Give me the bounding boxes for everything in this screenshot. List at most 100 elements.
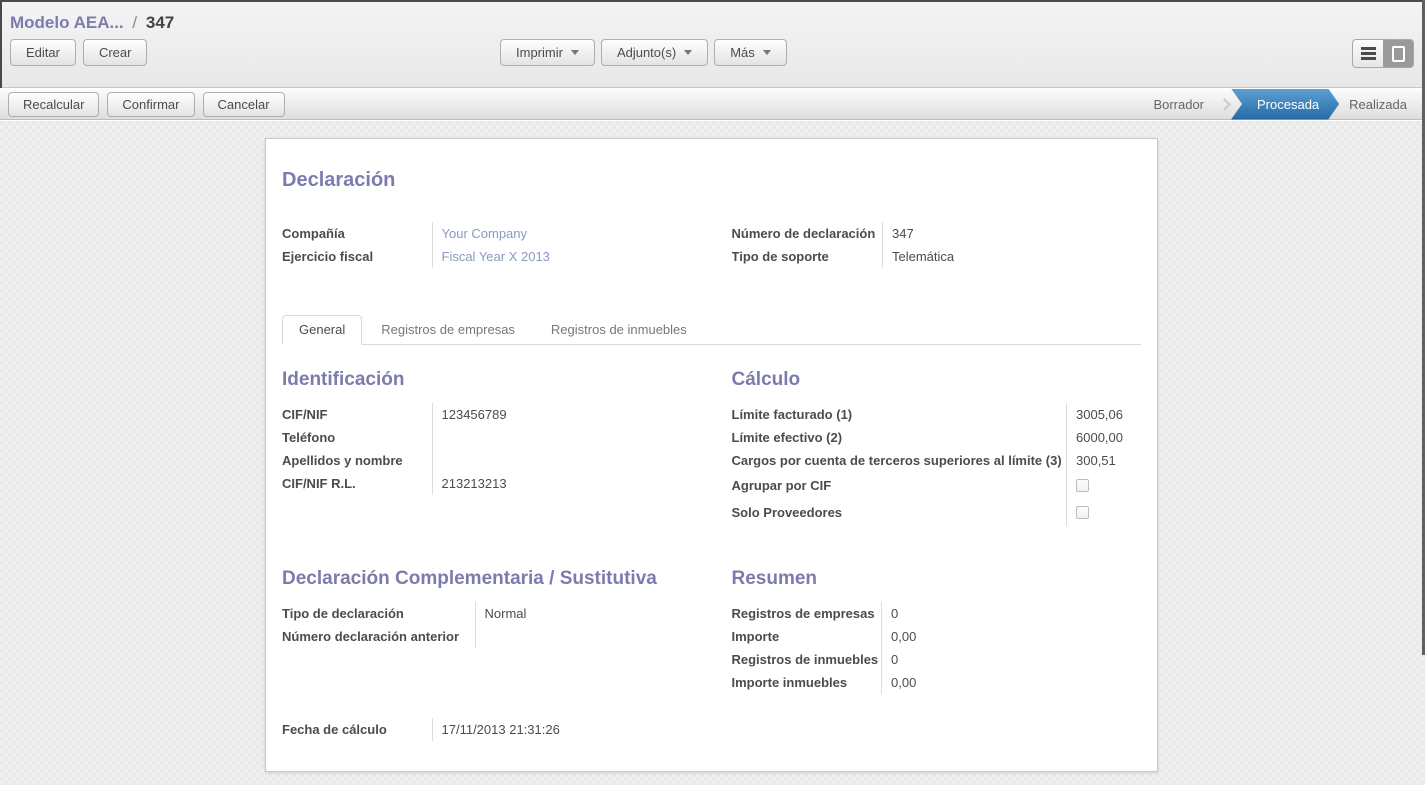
calc-date-fields: Fecha de cálculo 17/11/2013 21:31:26 bbox=[282, 718, 692, 741]
third-party-charges-value: 300,51 bbox=[1067, 449, 1142, 472]
identification-fields: CIF/NIF 123456789 Teléfono Apellidos y n… bbox=[282, 403, 692, 495]
control-panel: Modelo AEA... / 347 Editar Crear Imprimi… bbox=[0, 0, 1425, 88]
cif-nif-rl-label: CIF/NIF R.L. bbox=[282, 472, 432, 495]
tab-property-records[interactable]: Registros de inmuebles bbox=[534, 315, 704, 345]
property-amount-label: Importe inmuebles bbox=[732, 671, 882, 694]
declaration-type-value: Normal bbox=[475, 602, 692, 625]
summary-group: Resumen Registros de empresas 0 Importe … bbox=[732, 568, 1142, 694]
calc-date-group: Fecha de cálculo 17/11/2013 21:31:26 bbox=[282, 718, 692, 741]
declaration-number-label: Número de declaración bbox=[732, 222, 883, 245]
form-title: Declaración bbox=[282, 169, 1141, 192]
surname-name-label: Apellidos y nombre bbox=[282, 449, 432, 472]
complementary-fields: Tipo de declaración Normal Número declar… bbox=[282, 602, 692, 648]
field-row: Límite efectivo (2) 6000,00 bbox=[732, 426, 1142, 449]
field-row: Tipo de soporte Telemática bbox=[732, 245, 1142, 268]
company-records-value: 0 bbox=[882, 602, 1142, 625]
surname-name-value bbox=[432, 449, 692, 472]
create-button[interactable]: Crear bbox=[83, 39, 148, 66]
view-switcher bbox=[1352, 39, 1414, 68]
cash-limit-value: 6000,00 bbox=[1067, 426, 1142, 449]
cif-nif-value: 123456789 bbox=[432, 403, 692, 426]
form-icon bbox=[1392, 46, 1405, 62]
print-label: Imprimir bbox=[516, 45, 563, 60]
content-background: Declaración Compañía Your Company Ejerci… bbox=[0, 121, 1425, 785]
breadcrumb-separator: / bbox=[128, 13, 141, 32]
field-row: Ejercicio fiscal Fiscal Year X 2013 bbox=[282, 245, 692, 268]
header-fields-right: Número de declaración 347 Tipo de soport… bbox=[732, 222, 1142, 268]
list-view-button[interactable] bbox=[1353, 40, 1383, 67]
complementary-group: Declaración Complementaria / Sustitutiva… bbox=[282, 568, 692, 694]
field-row: Registros de empresas 0 bbox=[732, 602, 1142, 625]
invoiced-limit-label: Límite facturado (1) bbox=[732, 403, 1067, 426]
complementary-title: Declaración Complementaria / Sustitutiva bbox=[282, 568, 692, 590]
dropdown-caret-icon bbox=[571, 50, 579, 55]
cif-nif-label: CIF/NIF bbox=[282, 403, 432, 426]
record-action-buttons: Editar Crear bbox=[10, 39, 147, 66]
workflow-buttons: Recalcular Confirmar Cancelar bbox=[8, 92, 285, 117]
calc-date-value: 17/11/2013 21:31:26 bbox=[432, 718, 692, 741]
tab-company-records[interactable]: Registros de empresas bbox=[364, 315, 532, 345]
third-party-charges-label: Cargos por cuenta de terceros superiores… bbox=[732, 449, 1067, 472]
status-draft: Borrador bbox=[1143, 89, 1214, 120]
cancel-button[interactable]: Cancelar bbox=[203, 92, 285, 117]
field-row: Solo Proveedores bbox=[732, 499, 1142, 526]
form-view-button[interactable] bbox=[1383, 40, 1413, 67]
tab-general[interactable]: General bbox=[282, 315, 362, 345]
field-row: Número declaración anterior bbox=[282, 625, 692, 648]
property-amount-value: 0,00 bbox=[882, 671, 1142, 694]
window-edge-top bbox=[0, 0, 1425, 2]
utility-buttons: Imprimir Adjunto(s) Más bbox=[500, 39, 787, 66]
support-type-value: Telemática bbox=[883, 245, 1142, 268]
property-records-value: 0 bbox=[882, 648, 1142, 671]
breadcrumb-parent-link[interactable]: Modelo AEA... bbox=[10, 13, 124, 32]
status-processed-active: Procesada bbox=[1231, 89, 1339, 120]
notebook-tabs: General Registros de empresas Registros … bbox=[282, 314, 1141, 345]
company-label: Compañía bbox=[282, 222, 432, 245]
identification-group: Identificación CIF/NIF 123456789 Teléfon… bbox=[282, 369, 692, 526]
attachment-dropdown-button[interactable]: Adjunto(s) bbox=[601, 39, 708, 66]
header-fields-left: Compañía Your Company Ejercicio fiscal F… bbox=[282, 222, 692, 268]
recalculate-button[interactable]: Recalcular bbox=[8, 92, 99, 117]
list-icon bbox=[1361, 47, 1376, 60]
field-row: Número de declaración 347 bbox=[732, 222, 1142, 245]
invoiced-limit-value: 3005,06 bbox=[1067, 403, 1142, 426]
confirm-button[interactable]: Confirmar bbox=[107, 92, 194, 117]
form-sheet: Declaración Compañía Your Company Ejerci… bbox=[265, 138, 1158, 772]
fiscal-year-value-link[interactable]: Fiscal Year X 2013 bbox=[432, 245, 692, 268]
field-row: Cargos por cuenta de terceros superiores… bbox=[732, 449, 1142, 472]
cash-limit-label: Límite efectivo (2) bbox=[732, 426, 1067, 449]
print-dropdown-button[interactable]: Imprimir bbox=[500, 39, 595, 66]
more-dropdown-button[interactable]: Más bbox=[714, 39, 787, 66]
declaration-type-label: Tipo de declaración bbox=[282, 602, 475, 625]
field-row: Apellidos y nombre bbox=[282, 449, 692, 472]
calculation-group: Cálculo Límite facturado (1) 3005,06 Lím… bbox=[732, 369, 1142, 526]
field-row: Agrupar por CIF bbox=[732, 472, 1142, 499]
declaration-number-value: 347 bbox=[883, 222, 1142, 245]
dropdown-caret-icon bbox=[684, 50, 692, 55]
group-by-cif-checkbox[interactable] bbox=[1076, 479, 1089, 492]
field-row: CIF/NIF 123456789 bbox=[282, 403, 692, 426]
group-by-cif-label: Agrupar por CIF bbox=[732, 472, 1067, 499]
previous-declaration-number-value bbox=[475, 625, 692, 648]
company-value-link[interactable]: Your Company bbox=[432, 222, 692, 245]
more-label: Más bbox=[730, 45, 755, 60]
only-suppliers-label: Solo Proveedores bbox=[732, 499, 1067, 526]
field-row: Tipo de declaración Normal bbox=[282, 602, 692, 625]
window-edge-left bbox=[0, 0, 2, 88]
summary-title: Resumen bbox=[732, 568, 1142, 590]
app-window: Modelo AEA... / 347 Editar Crear Imprimi… bbox=[0, 0, 1425, 785]
amount-value: 0,00 bbox=[882, 625, 1142, 648]
breadcrumb: Modelo AEA... / 347 bbox=[0, 0, 1425, 33]
field-row: Importe inmuebles 0,00 bbox=[732, 671, 1142, 694]
support-type-label: Tipo de soporte bbox=[732, 245, 883, 268]
field-row: Teléfono bbox=[282, 426, 692, 449]
edit-button[interactable]: Editar bbox=[10, 39, 76, 66]
status-pipeline: Borrador Procesada Realizada bbox=[1143, 89, 1417, 120]
fiscal-year-label: Ejercicio fiscal bbox=[282, 245, 432, 268]
tab-general-content: Identificación CIF/NIF 123456789 Teléfon… bbox=[282, 369, 1141, 741]
field-row: Registros de inmuebles 0 bbox=[732, 648, 1142, 671]
only-suppliers-checkbox[interactable] bbox=[1076, 506, 1089, 519]
field-row: CIF/NIF R.L. 213213213 bbox=[282, 472, 692, 495]
chevron-right-icon bbox=[1218, 98, 1231, 111]
field-row: Fecha de cálculo 17/11/2013 21:31:26 bbox=[282, 718, 692, 741]
